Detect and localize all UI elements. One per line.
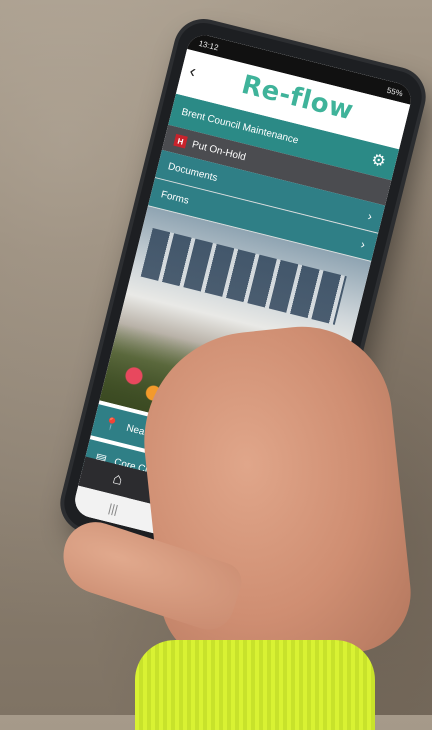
- back-icon[interactable]: ‹: [187, 61, 199, 83]
- forms-label: Forms: [159, 188, 191, 207]
- hi-vis-sleeve: [135, 640, 375, 730]
- chevron-right-icon: ›: [359, 237, 367, 252]
- status-time: 13:12: [197, 38, 220, 52]
- gear-icon[interactable]: ⚙: [369, 149, 388, 172]
- status-battery: 55%: [386, 85, 404, 98]
- chevron-right-icon: ›: [366, 208, 374, 224]
- home-icon[interactable]: ⌂: [111, 470, 124, 490]
- documents-label: Documents: [166, 160, 219, 184]
- map-pin-icon: 📍: [102, 415, 121, 433]
- hold-badge: H: [173, 133, 188, 149]
- recent-apps-icon[interactable]: |||: [107, 501, 119, 517]
